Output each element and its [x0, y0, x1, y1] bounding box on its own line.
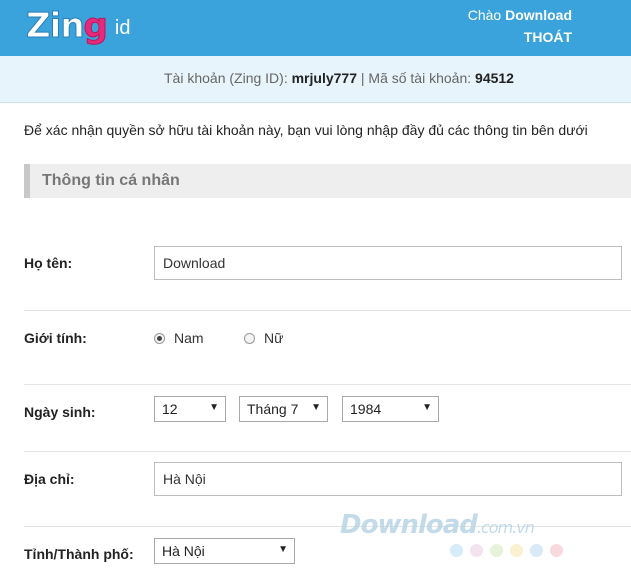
section-accent-bar: [24, 164, 30, 198]
gender-label: Giới tính:: [24, 330, 87, 346]
account-number-label: Mã số tài khoản:: [368, 70, 472, 86]
logout-link[interactable]: THOÁT: [524, 29, 572, 45]
name-label: Họ tên:: [24, 255, 73, 271]
watermark-dot: [490, 544, 503, 557]
row-divider: [24, 526, 631, 527]
dob-year-select[interactable]: 1984 ▼: [342, 396, 439, 422]
section-header: Thông tin cá nhân: [24, 164, 631, 198]
logo-suffix: id: [114, 17, 131, 39]
download-watermark: Download.com.vn: [340, 510, 535, 540]
city-label: Tỉnh/Thành phố:: [24, 546, 134, 562]
watermark-dot: [510, 544, 523, 557]
watermark-dot: [470, 544, 483, 557]
address-label: Địa chỉ:: [24, 471, 75, 487]
zing-id-logo[interactable]: Zing id: [26, 6, 131, 47]
account-separator: |: [360, 70, 365, 86]
account-number: 94512: [475, 70, 514, 86]
radio-selected-icon: [154, 332, 165, 344]
watermark-dots: [450, 544, 563, 557]
address-input[interactable]: [154, 462, 622, 496]
greeting: Chào Download: [468, 7, 572, 23]
gender-option-label: Nam: [174, 330, 204, 346]
name-input[interactable]: [154, 246, 622, 280]
watermark-dot: [450, 544, 463, 557]
gender-radio-male[interactable]: Nam: [154, 330, 204, 346]
header-bar: Zing id Chào Download THOÁT: [0, 0, 631, 56]
dropdown-arrow-icon: ▼: [209, 402, 219, 413]
dob-month-value: Tháng 7: [247, 401, 299, 417]
dropdown-arrow-icon: ▼: [311, 402, 321, 413]
account-label: Tài khoản (Zing ID):: [164, 70, 288, 86]
intro-text: Để xác nhận quyền sở hữu tài khoản này, …: [24, 122, 588, 138]
watermark-text: Download: [340, 510, 478, 540]
section-title: Thông tin cá nhân: [42, 172, 180, 189]
greeting-username: Download: [505, 7, 572, 23]
city-value: Hà Nội: [162, 543, 205, 559]
dob-label: Ngày sinh:: [24, 404, 96, 420]
dob-day-value: 12: [162, 401, 178, 417]
dropdown-arrow-icon: ▼: [422, 402, 432, 413]
row-divider: [24, 384, 631, 385]
dob-day-select[interactable]: 12 ▼: [154, 396, 226, 422]
radio-unselected-icon: [244, 332, 255, 344]
logo-wordmark: Zing: [26, 6, 109, 47]
gender-radio-female[interactable]: Nữ: [244, 330, 283, 346]
row-divider: [24, 451, 631, 452]
dropdown-arrow-icon: ▼: [278, 544, 288, 555]
account-info-bar: Tài khoản (Zing ID): mrjuly777 | Mã số t…: [0, 56, 631, 103]
watermark-dot: [550, 544, 563, 557]
account-id: mrjuly777: [291, 70, 357, 86]
watermark-suffix: .com.vn: [476, 518, 535, 537]
gender-option-label: Nữ: [264, 330, 284, 346]
watermark-dot: [530, 544, 543, 557]
greeting-prefix: Chào: [467, 7, 502, 23]
dob-year-value: 1984: [350, 401, 382, 417]
dob-month-select[interactable]: Tháng 7 ▼: [239, 396, 328, 422]
row-divider: [24, 310, 631, 311]
city-select[interactable]: Hà Nội ▼: [154, 538, 295, 564]
